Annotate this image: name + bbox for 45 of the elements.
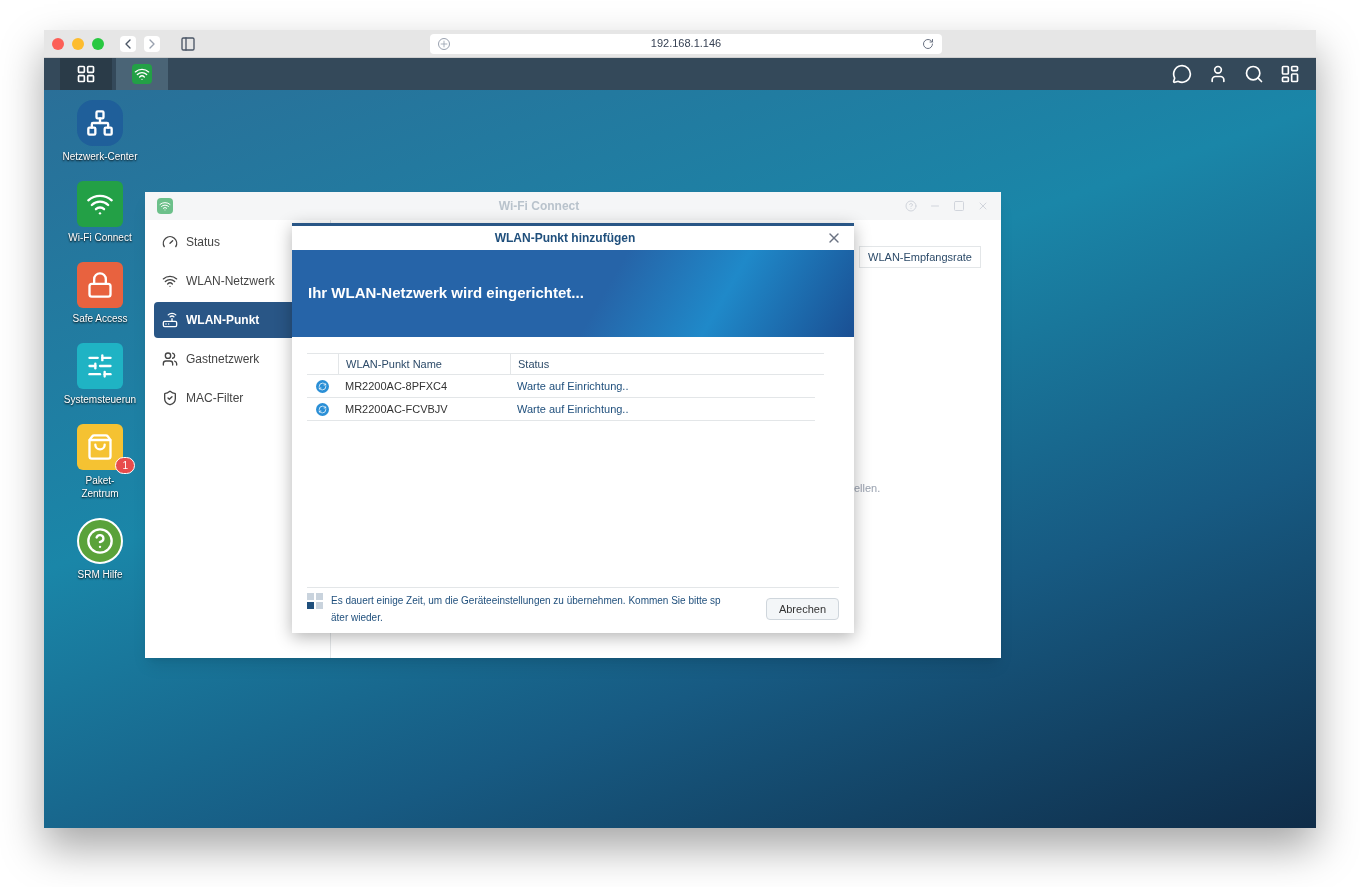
forward-icon[interactable] — [144, 35, 160, 52]
app-icon[interactable] — [77, 181, 123, 227]
dialog-title: WLAN-Punkt hinzufügen — [493, 230, 637, 247]
url-text: 192.168.1.146 — [649, 36, 723, 52]
app-icon[interactable] — [77, 424, 123, 470]
table-cell-text: MR2200AC-8PFXC4 — [344, 378, 449, 394]
app-label[interactable]: Systemsteuerun — [63, 393, 137, 406]
app-icon[interactable] — [77, 343, 123, 389]
badge: 1 — [115, 457, 135, 474]
app-label[interactable]: Wi-Fi Connect — [68, 231, 132, 244]
app-icon[interactable] — [77, 100, 123, 146]
app-icon[interactable] — [77, 518, 123, 564]
sidebar-item[interactable]: Gastnetzwerk — [154, 341, 330, 377]
hint-text: ellen. — [854, 481, 881, 496]
reload-icon[interactable] — [922, 37, 934, 50]
loading-icon — [307, 593, 323, 609]
back-icon[interactable] — [120, 35, 136, 52]
table-cell-text: Warte auf Einrichtung.. — [516, 378, 630, 394]
user-icon[interactable] — [1208, 64, 1228, 84]
note-text: Es dauert einige Zeit, um die Geräteeinstellungen zu übernehmen. Kommen Sie bitte später wieder. — [331, 594, 722, 625]
widgets-icon[interactable] — [1280, 64, 1300, 84]
app-label[interactable]: SRM Hilfe — [77, 568, 123, 581]
app-label[interactable]: Paket- Zentrum — [81, 474, 119, 500]
column-header[interactable]: Status — [510, 354, 824, 374]
sync-icon — [316, 402, 329, 416]
sidebar-item[interactable]: MAC-Filter — [154, 380, 330, 416]
sync-icon — [316, 379, 329, 393]
wifi-icon — [132, 64, 152, 84]
column-header[interactable]: WLAN-Punkt Name — [338, 354, 510, 374]
search-icon[interactable] — [1244, 64, 1264, 84]
table-cell-text: MR2200AC-FCVBJV — [344, 401, 449, 417]
cancel-button[interactable]: Abrechen — [765, 598, 839, 620]
taskbar-app[interactable] — [60, 58, 112, 90]
app-label[interactable]: Netzwerk-Center — [62, 150, 138, 163]
sidebar-item[interactable]: Status — [154, 224, 330, 260]
address-bar[interactable]: 192.168.1.146 — [430, 33, 942, 54]
app-icon[interactable] — [77, 262, 123, 308]
table-cell-text: Warte auf Einrichtung.. — [516, 401, 630, 417]
chat-icon[interactable] — [1172, 64, 1192, 84]
wifi-icon — [157, 198, 173, 214]
window-title: Wi-Fi Connect — [497, 198, 581, 215]
grid-icon — [76, 64, 96, 84]
app-label[interactable]: Safe Access — [72, 312, 128, 325]
sidebar-icon[interactable] — [180, 35, 196, 52]
banner-title: Ihr WLAN-Netzwerk wird eingerichtet... — [308, 283, 584, 304]
